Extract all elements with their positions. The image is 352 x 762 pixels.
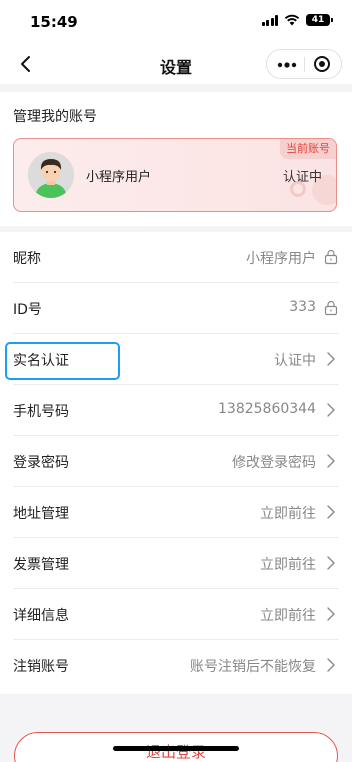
current-account-badge: 当前账号	[280, 139, 336, 159]
row-value: 账号注销后不能恢复	[190, 659, 316, 675]
row-label: ID号	[13, 302, 42, 318]
settings-row-nickname[interactable]: 昵称 小程序用户	[0, 232, 352, 283]
signal-icon	[261, 14, 278, 26]
user-name: 小程序用户	[86, 170, 152, 185]
settings-row-details[interactable]: 详细信息 立即前往	[0, 589, 352, 640]
settings-list: 昵称 小程序用户 ID号 333 实名认证 认证中 手机号码 138258603…	[0, 232, 352, 694]
settings-row-login-password[interactable]: 登录密码 修改登录密码	[0, 436, 352, 487]
home-indicator	[113, 746, 239, 751]
current-account-card[interactable]: 当前账号 小程序用户 认证中	[13, 138, 337, 212]
row-label: 手机号码	[13, 404, 69, 420]
settings-row-address[interactable]: 地址管理 立即前往	[0, 487, 352, 538]
row-value: 立即前往	[260, 557, 316, 573]
lock-icon	[324, 300, 338, 316]
battery-icon: 41	[306, 14, 333, 26]
row-label: 注销账号	[13, 659, 69, 675]
row-value: 修改登录密码	[232, 455, 316, 471]
row-value: 认证中	[274, 353, 316, 369]
settings-row-invoice[interactable]: 发票管理 立即前往	[0, 538, 352, 589]
status-time: 15:49	[30, 13, 78, 31]
chevron-right-icon	[327, 658, 335, 672]
account-section: 管理我的账号 当前账号 小程序用户 认证中	[0, 92, 352, 226]
row-label: 详细信息	[13, 608, 69, 624]
row-value: 13825860344	[218, 401, 316, 417]
settings-row-id[interactable]: ID号 333	[0, 283, 352, 334]
more-icon[interactable]	[277, 62, 297, 68]
status-bar: 15:49 41	[0, 0, 352, 44]
chevron-right-icon	[327, 607, 335, 621]
row-label: 登录密码	[13, 455, 69, 471]
row-value: 立即前往	[260, 608, 316, 624]
row-label: 发票管理	[13, 557, 69, 573]
capsule-divider	[304, 57, 305, 72]
row-value: 小程序用户	[246, 251, 316, 267]
chevron-right-icon	[327, 556, 335, 570]
avatar	[28, 152, 74, 198]
settings-row-phone[interactable]: 手机号码 13825860344	[0, 385, 352, 436]
focus-highlight	[5, 342, 120, 380]
status-indicators: 41	[261, 14, 333, 26]
mini-program-capsule	[266, 49, 342, 79]
row-value: 立即前往	[260, 506, 316, 522]
row-value: 333	[289, 299, 316, 315]
chevron-right-icon	[327, 505, 335, 519]
chevron-right-icon	[327, 454, 335, 468]
row-label: 昵称	[13, 251, 41, 267]
settings-row-delete-account[interactable]: 注销账号 账号注销后不能恢复	[0, 640, 352, 691]
chevron-right-icon	[327, 352, 335, 366]
user-status: 认证中	[282, 170, 322, 185]
chevron-right-icon	[327, 403, 335, 417]
wifi-icon	[284, 14, 300, 26]
close-target-icon[interactable]	[313, 55, 331, 73]
account-section-title: 管理我的账号	[13, 109, 97, 125]
nav-bar: 设置	[0, 44, 352, 84]
row-label: 地址管理	[13, 506, 69, 522]
lock-icon	[324, 249, 338, 265]
user-avatar-icon	[28, 152, 74, 198]
